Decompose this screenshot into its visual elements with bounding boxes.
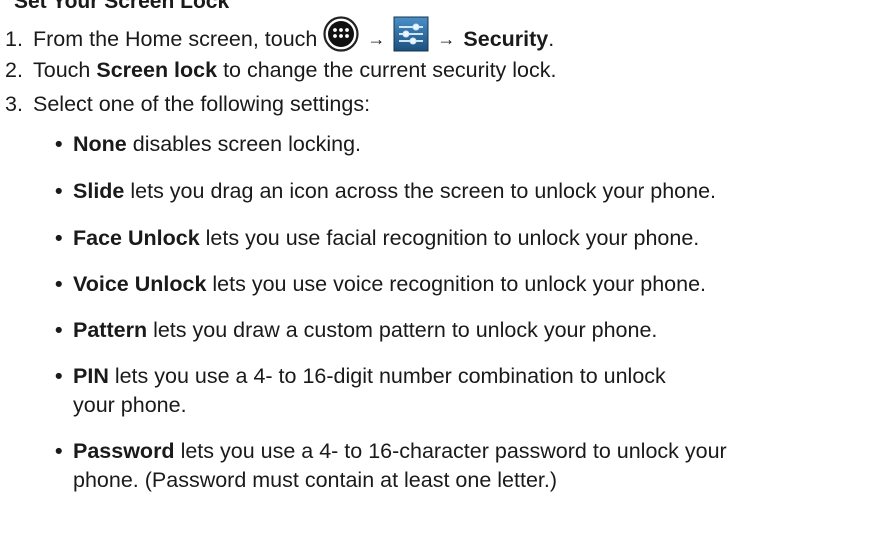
step-text-after: to change the current security lock. [223, 58, 557, 82]
step-number: 1. [5, 27, 23, 52]
option-desc: lets you use a 4- to 16-character passwo… [180, 439, 727, 463]
arrow-right-icon: → [367, 28, 386, 49]
option-desc: lets you drag an icon across the screen … [130, 179, 716, 203]
list-item-pattern: • Pattern lets you draw a custom pattern … [55, 316, 855, 345]
screen-lock-label: Screen lock [96, 58, 218, 82]
step-number: 2. [5, 58, 23, 82]
bullet: • [55, 226, 63, 250]
option-desc: lets you use facial recognition to unloc… [205, 226, 700, 250]
option-name: PIN [73, 364, 109, 388]
step-end: . [548, 27, 555, 52]
option-desc: lets you use voice recognition to unlock… [212, 272, 707, 296]
step-2: 2. Touch Screen lock to change the curren… [5, 56, 556, 84]
option-name: Password [73, 439, 175, 463]
document-page: Set Your Screen Lock 1. From the Home scr… [0, 0, 870, 538]
option-desc-continued: phone. (Password must contain at least o… [73, 468, 558, 492]
arrow-right-icon: → [437, 28, 456, 49]
step-text: Select one of the following settings: [33, 92, 371, 116]
option-name: Slide [73, 179, 125, 203]
section-heading: Set Your Screen Lock [14, 0, 230, 13]
bullet: • [55, 439, 63, 463]
bullet: • [55, 364, 63, 388]
list-item-face-unlock: • Face Unlock lets you use facial recogni… [55, 224, 855, 253]
option-desc: lets you draw a custom pattern to unlock… [153, 318, 658, 342]
bullet: • [55, 179, 63, 203]
option-name: Voice Unlock [73, 272, 207, 296]
bullet: • [55, 318, 63, 342]
list-item-password: • Password lets you use a 4- to 16-charac… [55, 437, 855, 495]
apps-launcher-icon [323, 16, 359, 59]
option-desc-continued: your phone. [73, 393, 187, 417]
list-item-none: • None disables screen locking. [55, 130, 855, 159]
option-name: Pattern [73, 318, 148, 342]
bullet: • [55, 272, 63, 296]
bullet: • [55, 132, 63, 156]
list-item-pin: • PIN lets you use a 4- to 16-digit numbe… [55, 362, 855, 420]
settings-sliders-icon [393, 16, 429, 59]
option-desc: lets you use a 4- to 16-digit number com… [114, 364, 666, 388]
list-item-voice-unlock: • Voice Unlock lets you use voice recogni… [55, 270, 855, 299]
security-label: Security [463, 27, 549, 52]
step-number: 3. [5, 92, 23, 116]
option-desc: disables screen locking. [132, 132, 361, 156]
option-name: None [73, 132, 127, 156]
option-name: Face Unlock [73, 226, 200, 250]
step-text: From the Home screen, touch [33, 27, 318, 52]
step-3: 3. Select one of the following settings: [5, 90, 370, 118]
list-item-slide: • Slide lets you drag an icon across the … [55, 177, 855, 206]
step-text: Touch [33, 58, 91, 82]
